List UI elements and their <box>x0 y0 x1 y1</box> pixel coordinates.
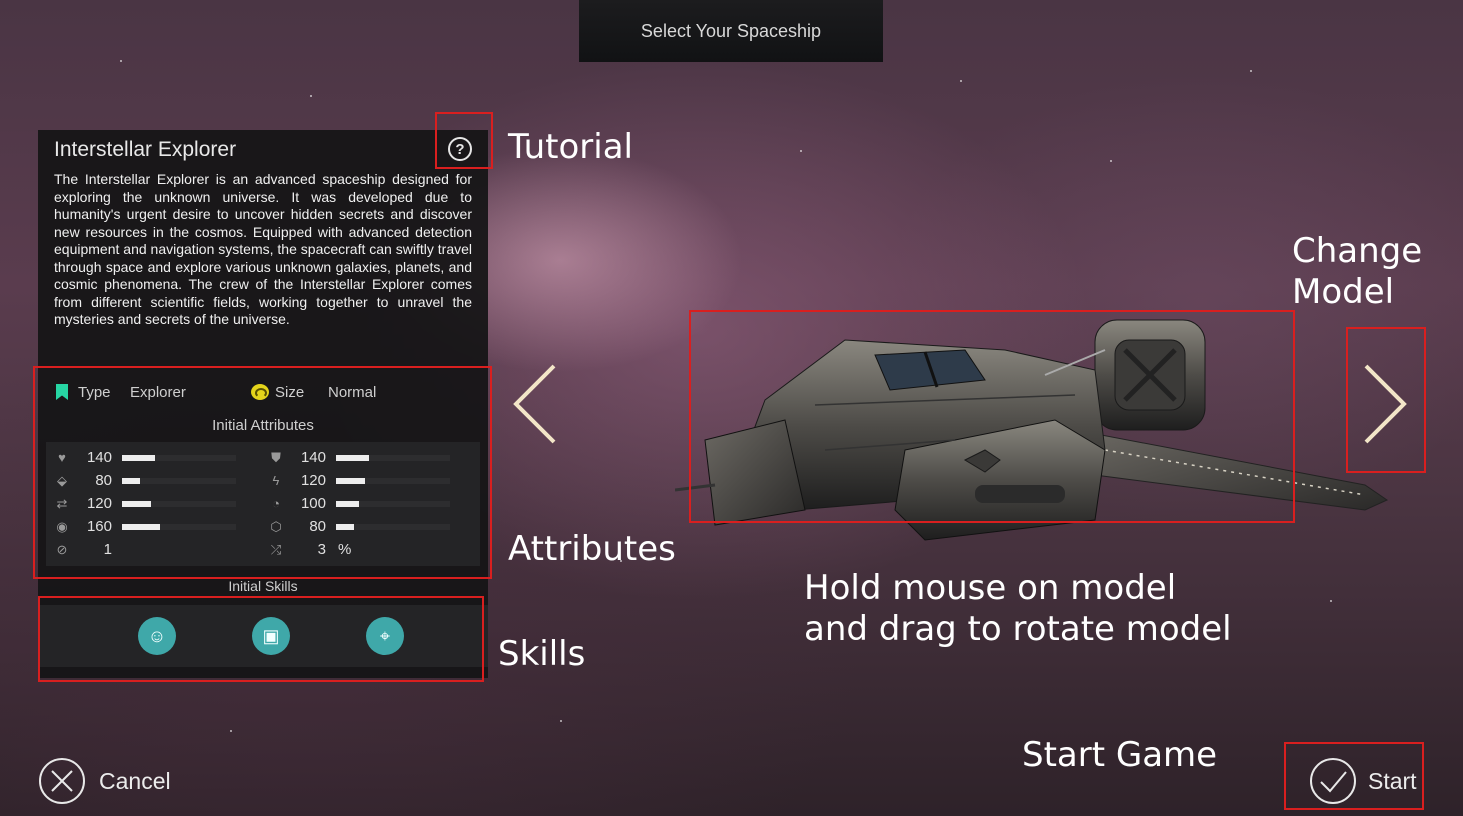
skills-highlight-box <box>38 596 484 682</box>
cancel-button[interactable]: Cancel <box>39 758 171 804</box>
screen-title: Select Your Spaceship <box>579 0 883 62</box>
annotation-start-game: Start Game <box>1022 735 1218 775</box>
checkmark-icon <box>1310 758 1356 804</box>
close-icon <box>39 758 85 804</box>
start-label: Start <box>1368 767 1417 794</box>
ship-name: Interstellar Explorer <box>54 138 237 161</box>
attributes-highlight-box <box>33 366 492 579</box>
annotation-tutorial: Tutorial <box>508 127 633 167</box>
start-button[interactable]: Start <box>1310 758 1417 804</box>
model-highlight-box <box>689 310 1295 523</box>
change-model-highlight-box <box>1346 327 1426 473</box>
previous-model-arrow[interactable] <box>510 362 560 446</box>
ship-description: The Interstellar Explorer is an advanced… <box>54 171 472 327</box>
skills-heading: Initial Skills <box>228 578 298 594</box>
annotation-change-model-line1: Change <box>1292 231 1423 271</box>
annotation-change-model-line2: Model <box>1292 272 1395 312</box>
tutorial-highlight-box <box>435 112 493 169</box>
annotation-skills: Skills <box>498 634 586 674</box>
annotation-rotate-line2: and drag to rotate model <box>804 609 1232 649</box>
annotation-attributes: Attributes <box>508 529 676 569</box>
cancel-label: Cancel <box>99 767 171 794</box>
annotation-rotate-line1: Hold mouse on model <box>804 568 1177 608</box>
